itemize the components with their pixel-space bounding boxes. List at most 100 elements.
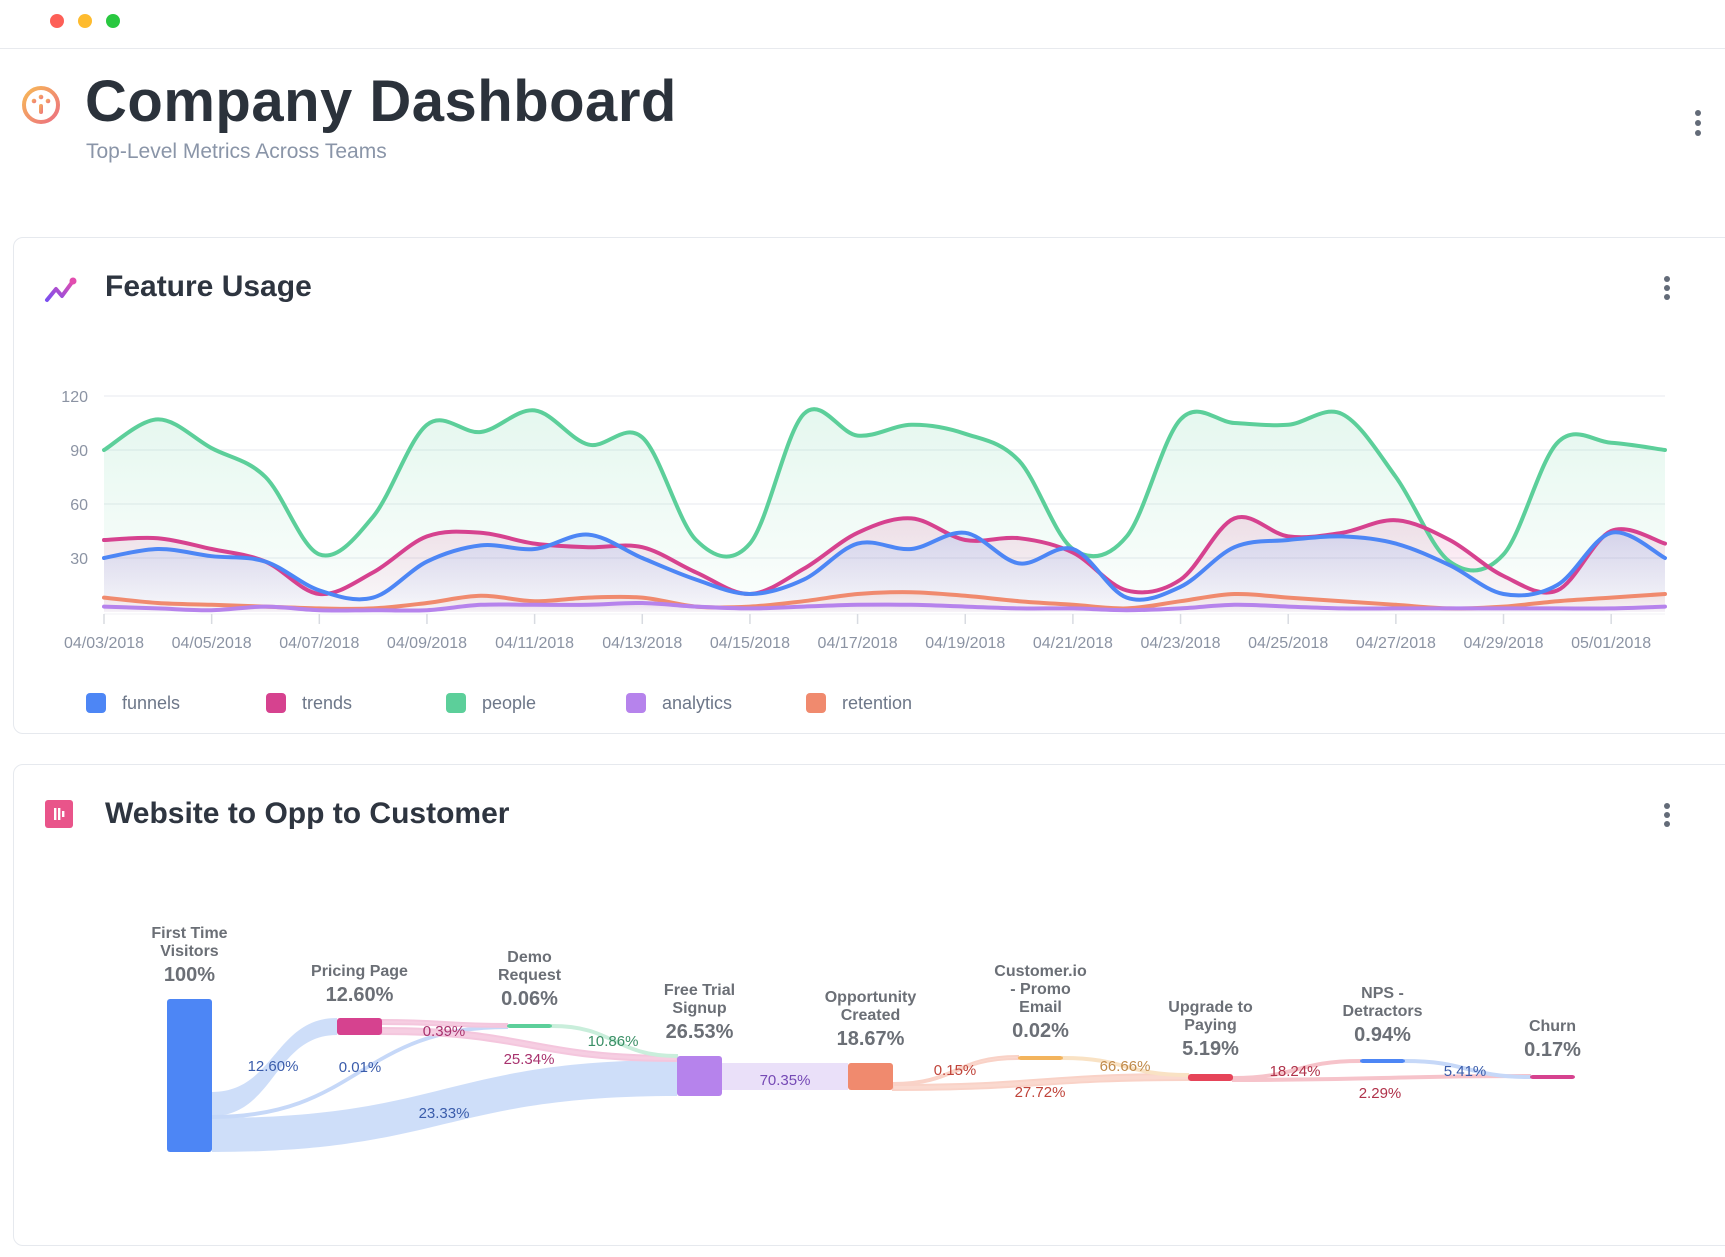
data-point-analytics[interactable] [313,604,325,616]
data-point-funnels[interactable] [959,527,971,539]
data-point-people[interactable] [1282,419,1294,431]
data-point-funnels[interactable] [98,552,110,564]
data-point-people[interactable] [798,408,810,420]
data-point-funnels[interactable] [206,550,218,562]
data-point-funnels[interactable] [259,556,271,568]
data-point-analytics[interactable] [1551,602,1563,614]
node-opp[interactable] [848,1063,893,1090]
data-point-analytics[interactable] [475,599,487,611]
data-point-analytics[interactable] [259,601,271,613]
data-point-people[interactable] [1013,455,1025,467]
data-point-analytics[interactable] [798,601,810,613]
data-point-trends[interactable] [1659,538,1671,550]
data-point-people[interactable] [98,444,110,456]
data-point-analytics[interactable] [1498,602,1510,614]
data-point-trends[interactable] [1228,512,1240,524]
data-point-analytics[interactable] [1605,602,1617,614]
node-pricing[interactable] [337,1018,382,1035]
data-point-funnels[interactable] [1175,581,1187,593]
data-point-funnels[interactable] [1336,530,1348,542]
node-demo[interactable] [507,1024,552,1028]
data-point-people[interactable] [690,534,702,546]
data-point-analytics[interactable] [1228,599,1240,611]
data-point-people[interactable] [1498,548,1510,560]
data-point-funnels[interactable] [636,552,648,564]
data-point-people[interactable] [582,439,594,451]
data-point-analytics[interactable] [690,601,702,613]
data-point-funnels[interactable] [475,539,487,551]
legend-item-funnels[interactable]: funnels [86,690,266,716]
data-point-people[interactable] [421,419,433,431]
data-point-trends[interactable] [852,527,864,539]
data-point-trends[interactable] [1013,532,1025,544]
data-point-people[interactable] [1336,408,1348,420]
data-point-people[interactable] [1121,530,1133,542]
data-point-retention[interactable] [959,590,971,602]
data-point-retention[interactable] [1605,592,1617,604]
node-trial[interactable] [677,1056,722,1096]
data-point-funnels[interactable] [367,592,379,604]
data-point-funnels[interactable] [529,543,541,555]
data-point-people[interactable] [1551,437,1563,449]
data-point-analytics[interactable] [744,602,756,614]
data-point-analytics[interactable] [1659,601,1671,613]
data-point-trends[interactable] [152,532,164,544]
data-point-analytics[interactable] [636,597,648,609]
data-point-retention[interactable] [905,586,917,598]
data-point-trends[interactable] [98,534,110,546]
data-point-people[interactable] [313,548,325,560]
legend-item-trends[interactable]: trends [266,690,446,716]
node-ftv[interactable] [167,999,212,1152]
data-point-retention[interactable] [1228,588,1240,600]
data-point-people[interactable] [744,538,756,550]
data-point-analytics[interactable] [852,599,864,611]
data-point-analytics[interactable] [98,601,110,613]
node-nps[interactable] [1360,1059,1405,1063]
data-point-funnels[interactable] [313,584,325,596]
data-point-analytics[interactable] [421,604,433,616]
data-point-trends[interactable] [421,530,433,542]
data-point-retention[interactable] [852,588,864,600]
data-point-people[interactable] [1228,417,1240,429]
data-point-trends[interactable] [1498,570,1510,582]
data-point-analytics[interactable] [905,599,917,611]
data-point-analytics[interactable] [582,599,594,611]
data-point-people[interactable] [1659,444,1671,456]
data-point-people[interactable] [152,413,164,425]
data-point-funnels[interactable] [1121,592,1133,604]
data-point-people[interactable] [1175,413,1187,425]
data-point-funnels[interactable] [1605,527,1617,539]
data-point-trends[interactable] [1390,514,1402,526]
data-point-trends[interactable] [798,563,810,575]
data-point-funnels[interactable] [1444,559,1456,571]
data-point-people[interactable] [905,419,917,431]
data-point-trends[interactable] [905,512,917,524]
data-point-funnels[interactable] [852,538,864,550]
data-point-people[interactable] [1605,437,1617,449]
node-churn[interactable] [1530,1075,1575,1079]
data-point-people[interactable] [259,471,271,483]
data-point-people[interactable] [852,430,864,442]
data-point-analytics[interactable] [1282,601,1294,613]
data-point-retention[interactable] [1659,588,1671,600]
data-point-trends[interactable] [636,541,648,553]
legend-item-people[interactable]: people [446,690,626,716]
data-point-funnels[interactable] [744,588,756,600]
data-point-funnels[interactable] [1498,588,1510,600]
data-point-funnels[interactable] [1551,579,1563,591]
data-point-people[interactable] [529,404,541,416]
data-point-funnels[interactable] [1282,534,1294,546]
data-point-analytics[interactable] [1013,602,1025,614]
data-point-funnels[interactable] [690,574,702,586]
data-point-analytics[interactable] [1175,602,1187,614]
node-upgrade[interactable] [1188,1074,1233,1081]
legend-item-retention[interactable]: retention [806,690,986,716]
data-point-funnels[interactable] [1390,538,1402,550]
data-point-analytics[interactable] [1390,602,1402,614]
data-point-analytics[interactable] [206,604,218,616]
data-point-trends[interactable] [475,527,487,539]
data-point-analytics[interactable] [1336,602,1348,614]
data-point-analytics[interactable] [1067,602,1079,614]
data-point-analytics[interactable] [367,604,379,616]
data-point-people[interactable] [475,426,487,438]
